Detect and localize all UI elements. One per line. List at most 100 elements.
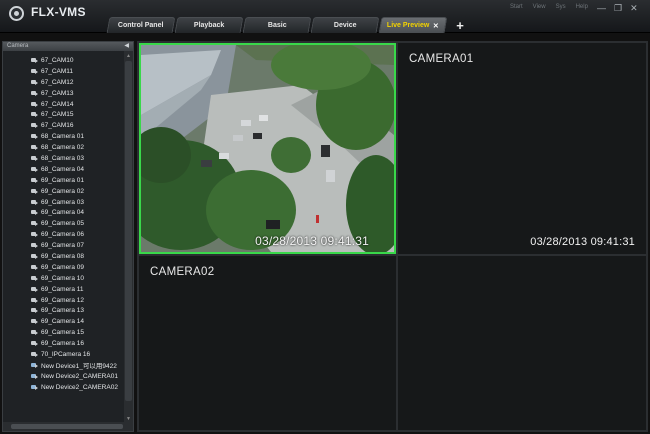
tab-basic[interactable]: Basic xyxy=(242,17,312,33)
pane-camera-label: CAMERA02 xyxy=(150,266,215,278)
camera-list-item[interactable]: 69_Camera 14 xyxy=(3,316,125,327)
device-camera-icon xyxy=(31,362,38,368)
device-camera-icon xyxy=(31,384,38,390)
minimize-icon[interactable]: — xyxy=(597,3,606,14)
camera-icon xyxy=(31,253,38,259)
video-pane-4[interactable] xyxy=(398,256,646,430)
camera-list-item-label: 69_Camera 01 xyxy=(41,176,84,184)
camera-list-item-label: 69_Camera 08 xyxy=(41,252,84,260)
collapse-arrow-icon[interactable]: ◀ xyxy=(124,42,129,51)
menu-sys[interactable]: Sys xyxy=(556,4,566,10)
camera-list-item[interactable]: 69_Camera 10 xyxy=(3,273,125,284)
camera-list-item[interactable]: 69_Camera 03 xyxy=(3,197,125,208)
pane-camera-label: CAMERA01 xyxy=(409,53,474,65)
camera-list-item[interactable]: New Device1_可以用9422 xyxy=(3,360,125,371)
camera-sidebar: Camera ◀ 67_CAM10 67_CAM11 67_CAM12 67_CAM1… xyxy=(2,41,134,432)
tab-device[interactable]: Device xyxy=(310,17,380,33)
camera-list-item[interactable]: 68_Camera 01 xyxy=(3,131,125,142)
camera-feed-image xyxy=(141,45,394,252)
camera-list-item[interactable]: 67_CAM13 xyxy=(3,88,125,99)
app-logo-icon xyxy=(9,6,24,21)
camera-list-item-label: 68_Camera 02 xyxy=(41,144,84,152)
camera-list-item-label: 69_Camera 07 xyxy=(41,242,84,250)
camera-list-item[interactable]: 67_CAM11 xyxy=(3,66,125,77)
camera-list-item[interactable]: 67_CAM12 xyxy=(3,77,125,88)
video-grid: 03/28/2013 09:41:31 CAMERA01 03/28/2013 … xyxy=(137,41,648,432)
camera-list-item-label: 69_Camera 11 xyxy=(41,285,84,293)
camera-list-item-label: 68_Camera 04 xyxy=(41,165,84,173)
camera-list-item-label: 69_Camera 13 xyxy=(41,307,84,315)
camera-list-item-label: 69_Camera 05 xyxy=(41,220,84,228)
camera-list-item-label: 67_CAM10 xyxy=(41,56,74,64)
camera-list-item[interactable]: 69_Camera 15 xyxy=(3,327,125,338)
tab-close-icon[interactable]: ✕ xyxy=(433,22,439,30)
camera-list-item-label: 69_Camera 10 xyxy=(41,274,84,282)
close-icon[interactable]: ✕ xyxy=(630,3,638,14)
video-pane-2[interactable]: CAMERA01 03/28/2013 09:41:31 xyxy=(398,43,646,254)
camera-list-item[interactable]: New Device2_CAMERA02 xyxy=(3,382,125,393)
camera-list-item[interactable]: 68_Camera 03 xyxy=(3,153,125,164)
top-menu: Start View Sys Help xyxy=(510,4,588,10)
restore-icon[interactable]: ❐ xyxy=(614,3,622,14)
camera-list-item-label: New Device2_CAMERA02 xyxy=(41,383,118,391)
camera-list-item[interactable]: New Device2_CAMERA01 xyxy=(3,371,125,382)
camera-list-item-label: 67_CAM12 xyxy=(41,78,74,86)
video-pane-1[interactable]: 03/28/2013 09:41:31 xyxy=(139,43,396,254)
camera-list-item[interactable]: 69_Camera 02 xyxy=(3,186,125,197)
camera-list-item-label: 67_CAM14 xyxy=(41,100,74,108)
camera-list-item[interactable]: 69_Camera 16 xyxy=(3,338,125,349)
camera-list-item[interactable]: 67_CAM14 xyxy=(3,99,125,110)
camera-icon xyxy=(31,286,38,292)
camera-list-item[interactable]: 68_Camera 04 xyxy=(3,164,125,175)
camera-list-item[interactable]: 69_Camera 05 xyxy=(3,218,125,229)
camera-list-item[interactable]: 69_Camera 01 xyxy=(3,175,125,186)
camera-list-item-label: 70_IPCamera 16 xyxy=(41,350,91,358)
vertical-scrollbar[interactable]: ▲ ▼ xyxy=(124,51,133,423)
camera-list-item[interactable]: 67_CAM10 xyxy=(3,55,125,66)
camera-list-item[interactable]: 68_Camera 02 xyxy=(3,142,125,153)
menu-help[interactable]: Help xyxy=(576,4,588,10)
tab-control-panel[interactable]: Control Panel xyxy=(106,17,176,33)
camera-list-item[interactable]: 69_Camera 09 xyxy=(3,262,125,273)
camera-icon xyxy=(31,101,38,107)
menu-view[interactable]: View xyxy=(533,4,546,10)
video-pane-3[interactable]: CAMERA02 xyxy=(139,256,396,430)
camera-list-item[interactable]: 69_Camera 07 xyxy=(3,240,125,251)
camera-icon xyxy=(31,145,38,151)
camera-icon xyxy=(31,341,38,347)
scroll-up-icon[interactable]: ▲ xyxy=(124,51,133,60)
camera-icon xyxy=(31,68,38,74)
camera-list-item-label: 69_Camera 06 xyxy=(41,231,84,239)
add-tab-icon[interactable]: + xyxy=(452,17,468,33)
camera-icon xyxy=(31,221,38,227)
tab-playback[interactable]: Playback xyxy=(174,17,244,33)
camera-list-item[interactable]: 69_Camera 08 xyxy=(3,251,125,262)
scroll-thumb[interactable] xyxy=(125,61,132,401)
camera-list-item[interactable]: 69_Camera 04 xyxy=(3,207,125,218)
camera-list-item[interactable]: 69_Camera 06 xyxy=(3,229,125,240)
tab-live-preview[interactable]: Live Preview ✕ xyxy=(378,17,448,33)
camera-icon xyxy=(31,79,38,85)
camera-list-item-label: 69_Camera 12 xyxy=(41,296,84,304)
camera-icon xyxy=(31,134,38,140)
camera-list-item-label: 67_CAM13 xyxy=(41,89,74,97)
camera-list-item[interactable]: 67_CAM16 xyxy=(3,120,125,131)
camera-list-item[interactable]: 67_CAM15 xyxy=(3,109,125,120)
camera-icon xyxy=(31,112,38,118)
camera-list-item[interactable]: 70_IPCamera 16 xyxy=(3,349,125,360)
camera-list-item[interactable]: 69_Camera 12 xyxy=(3,295,125,306)
camera-list-item-label: 67_CAM16 xyxy=(41,122,74,130)
camera-list-item-label: 69_Camera 02 xyxy=(41,187,84,195)
camera-list-item[interactable]: 69_Camera 11 xyxy=(3,284,125,295)
camera-icon xyxy=(31,297,38,303)
camera-icon xyxy=(31,275,38,281)
horizontal-scrollbar[interactable] xyxy=(3,422,133,431)
camera-icon xyxy=(31,90,38,96)
menu-start[interactable]: Start xyxy=(510,4,523,10)
hscroll-thumb[interactable] xyxy=(11,424,123,429)
camera-list-item[interactable]: 69_Camera 13 xyxy=(3,305,125,316)
camera-icon xyxy=(31,188,38,194)
camera-icon xyxy=(31,166,38,172)
pane-timestamp: 03/28/2013 09:41:31 xyxy=(530,236,635,248)
camera-list: 67_CAM10 67_CAM11 67_CAM12 67_CAM13 67_CAM14… xyxy=(3,55,125,393)
